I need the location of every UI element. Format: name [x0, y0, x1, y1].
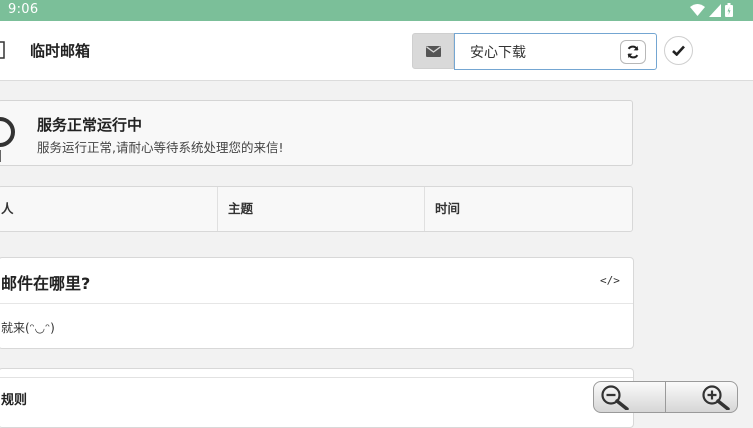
rules-title: 规则 [1, 393, 28, 408]
check-icon [672, 45, 685, 56]
column-header-sender: 人 [1, 201, 14, 216]
column-header-time: 时间 [424, 187, 632, 231]
mailbox-icon [0, 41, 5, 59]
battery-icon [725, 3, 733, 17]
code-icon[interactable]: </> [600, 274, 620, 287]
zoom-out-button[interactable] [594, 382, 665, 412]
signal-icon [709, 3, 721, 17]
faq-body: 就来(ᵔ◡ᵔ) [1, 321, 55, 335]
faq-card-header[interactable]: 邮件在哪里? </> [0, 258, 633, 304]
confirm-button[interactable] [664, 36, 693, 65]
envelope-icon [412, 33, 454, 69]
faq-title: 邮件在哪里? [1, 274, 91, 293]
service-status-description: 服务运行正常,请耐心等待系统处理您的来信! [37, 140, 284, 155]
service-status-card: 服务正常运行中 服务运行正常,请耐心等待系统处理您的来信! [0, 100, 633, 166]
status-bar: 9:06 [0, 0, 753, 21]
zoom-in-icon [702, 385, 730, 410]
status-indicator-stem [0, 150, 1, 162]
status-indicator-icon [0, 117, 15, 147]
divider [0, 377, 633, 378]
zoom-out-icon [601, 385, 629, 410]
column-header-subject: 主题 [217, 187, 424, 231]
top-navbar: 临时邮箱 [0, 21, 753, 81]
service-status-title: 服务正常运行中 [37, 116, 143, 134]
zoom-controls [593, 381, 738, 413]
refresh-button[interactable] [620, 40, 646, 64]
app-title: 临时邮箱 [30, 42, 91, 60]
rules-card: 规则 [0, 368, 634, 428]
refresh-icon [627, 45, 639, 59]
zoom-in-button[interactable] [666, 382, 737, 412]
status-time: 9:06 [8, 2, 39, 17]
mail-table-header: 人 主题 时间 [0, 186, 633, 232]
wifi-icon [690, 3, 705, 16]
status-icons [690, 3, 733, 17]
faq-card: 邮件在哪里? </> 就来(ᵔ◡ᵔ) [0, 257, 634, 349]
